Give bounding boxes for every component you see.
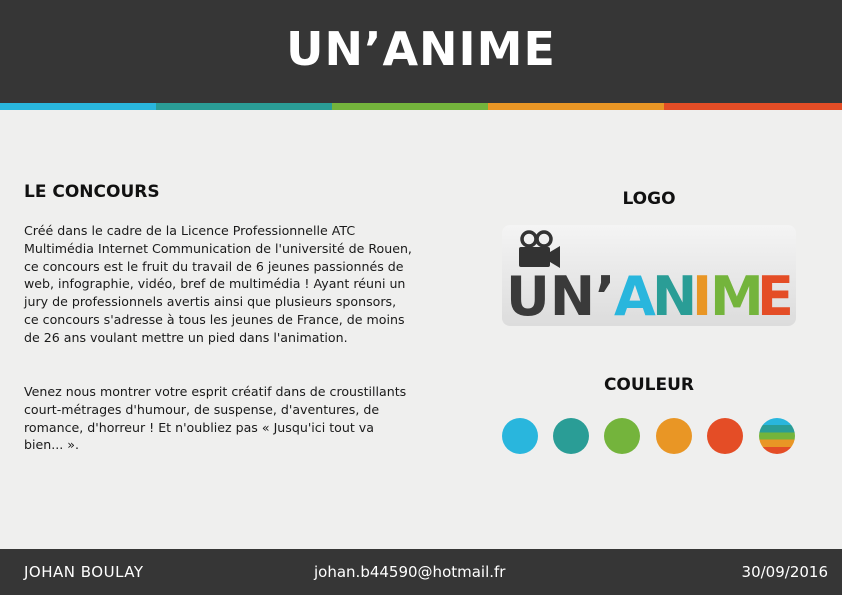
svg-text:A: A	[614, 265, 656, 326]
logo-image: UN’ A N I M E	[502, 225, 796, 326]
film-camera-icon	[519, 230, 560, 268]
footer-date: 30/09/2016	[741, 563, 828, 581]
swatch-teal	[553, 418, 589, 454]
concours-paragraph-1: Créé dans le cadre de la Licence Profess…	[24, 223, 412, 345]
color-stripe-teal	[156, 103, 332, 110]
svg-text:M: M	[710, 265, 764, 326]
color-stripe-orange	[488, 103, 664, 110]
logo-wordmark-un: UN’	[506, 265, 616, 326]
color-stripe-green	[332, 103, 488, 110]
footer-author-name: JOHAN BOULAY	[24, 563, 144, 581]
logo-title: LOGO	[622, 189, 676, 209]
color-stripe-red	[664, 103, 842, 110]
page-title: UN’ANIME	[286, 22, 556, 76]
logo-wordmark-anime: A N I M E	[614, 265, 794, 326]
concours-title: LE CONCOURS	[24, 182, 160, 202]
swatch-red	[707, 418, 743, 454]
color-stripe-blue	[0, 103, 156, 110]
couleur-title: COULEUR	[603, 375, 695, 395]
concours-paragraph-2: Venez nous montrer votre esprit créatif …	[24, 384, 407, 453]
swatch-multicolor	[759, 418, 795, 454]
swatch-green	[604, 418, 640, 454]
logo-graphic: UN’ A N I M E	[506, 230, 794, 326]
swatch-blue	[502, 418, 538, 454]
svg-text:N: N	[652, 265, 697, 326]
footer-email[interactable]: johan.b44590@hotmail.fr	[314, 563, 505, 581]
svg-text:E: E	[757, 265, 794, 326]
swatch-orange	[656, 418, 692, 454]
